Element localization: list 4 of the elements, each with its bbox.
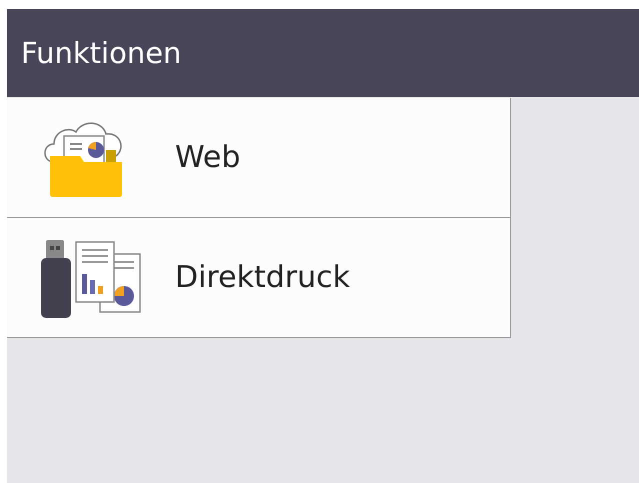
- screen-title: Funktionen: [21, 36, 182, 70]
- menu-item[interactable]: Web: [7, 98, 510, 218]
- menu-item[interactable]: Direktdruck: [7, 218, 510, 338]
- usb-documents-icon: [40, 238, 144, 318]
